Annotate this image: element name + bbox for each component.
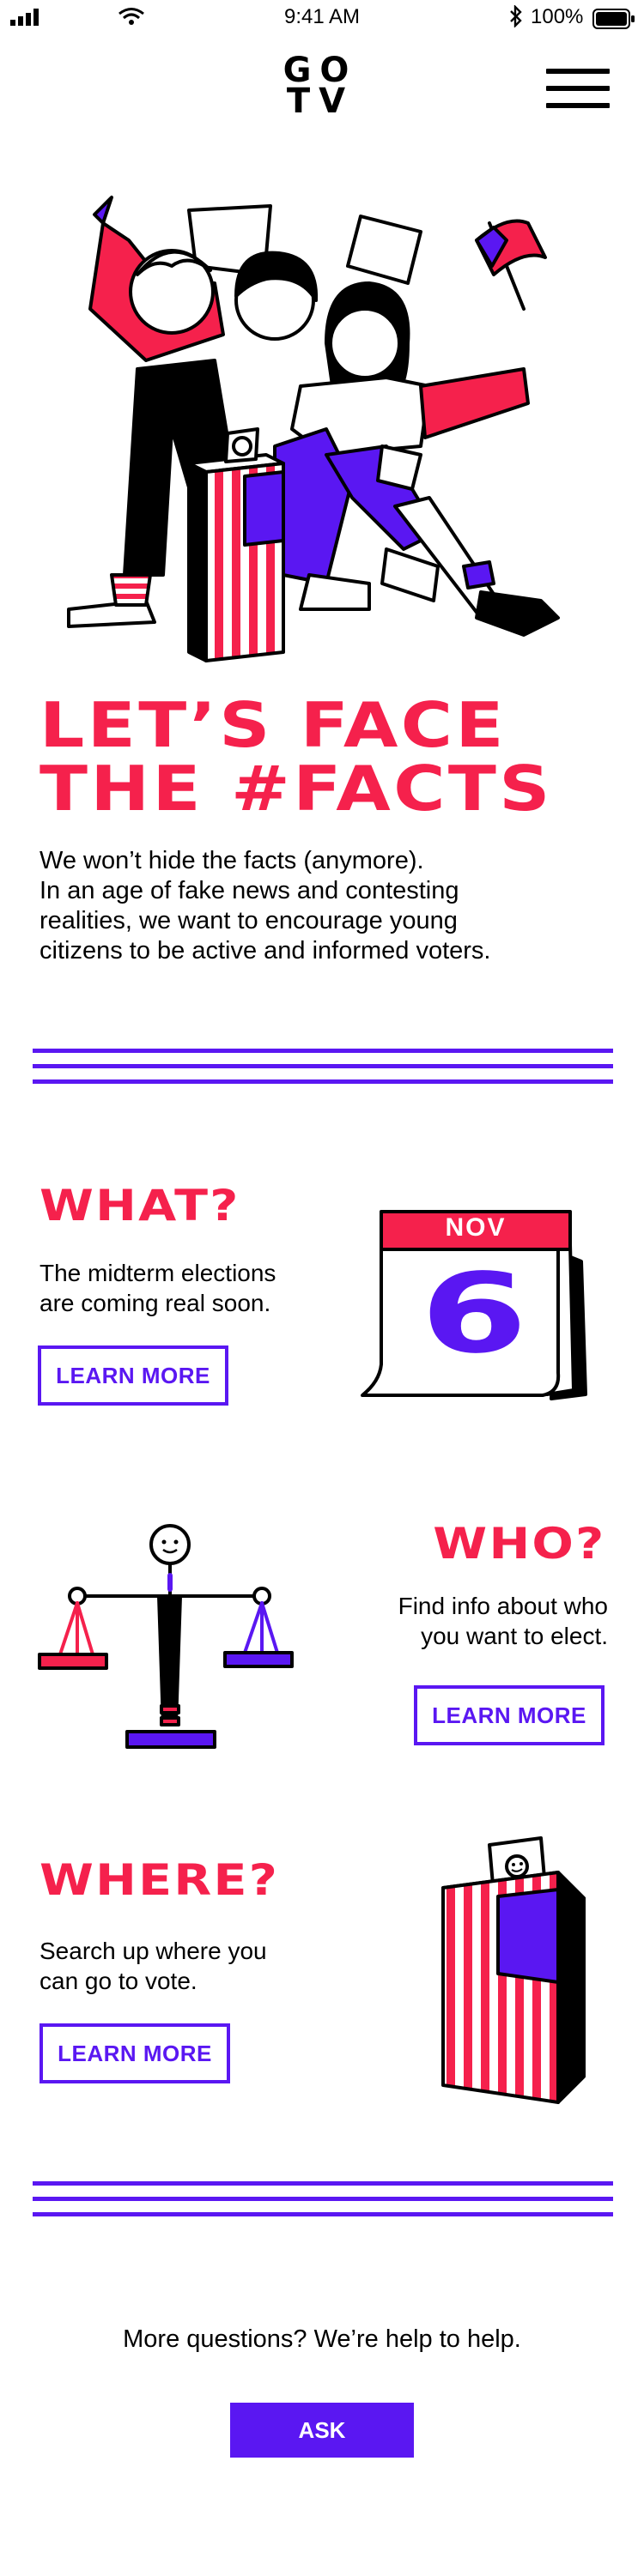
ask-button[interactable]: ASK [230,2403,414,2458]
ballot-box-icon [441,1836,586,2104]
who-learn-more-button[interactable]: LEARN MORE [414,1685,605,1745]
more-questions-text: More questions? We’re help to help. [123,2325,521,2353]
status-bar: 9:41 AM 100% [0,0,644,38]
divider-line [33,2197,613,2201]
divider-line [33,2212,613,2216]
intro-line: In an age of fake news and contesting [39,877,459,904]
bluetooth-icon [510,5,522,27]
balance-scale-icon [38,1524,294,1749]
calendar-icon: NOV 6 [337,1201,594,1407]
who-title: WHO? [433,1519,606,1569]
who-text: Find info about who you want to elect. [398,1591,608,1651]
hero-intro: We won’t hide the facts (anymore). In an… [39,846,606,966]
battery-percent: 100% [531,5,584,28]
where-learn-more-button[interactable]: LEARN MORE [39,2023,230,2083]
what-text-line: The midterm elections [39,1260,276,1286]
divider-line [33,1064,613,1068]
hero-title-line-2: THE #FACTS [39,753,553,825]
calendar-day: 6 [420,1250,528,1378]
what-text: The midterm elections are coming real so… [39,1258,276,1318]
who-text-line: you want to elect. [421,1623,608,1649]
hero-title: LET’S FACE THE #FACTS [39,693,644,820]
where-text-line: Search up where you [39,1938,267,1964]
battery-icon [592,9,635,29]
menu-icon-bar [546,103,610,108]
menu-icon-bar [546,69,610,74]
where-title: WHERE? [39,1855,280,1905]
where-text: Search up where you can go to vote. [39,1936,267,1996]
calendar-month: NOV [445,1213,507,1242]
what-learn-more-button[interactable]: LEARN MORE [38,1345,228,1406]
hero-title-line-1: LET’S FACE [39,689,507,761]
where-text-line: can go to vote. [39,1968,197,1994]
menu-icon-bar [546,86,610,91]
hamburger-menu-button[interactable] [546,69,610,110]
intro-line: realities, we want to encourage young [39,907,458,934]
gotv-logo[interactable]: GO TV [273,53,368,121]
divider-line [33,1049,613,1053]
young-voters-illustration [67,196,560,662]
intro-line: We won’t hide the facts (anymore). [39,847,424,874]
divider-line [33,1079,613,1084]
what-title: WHAT? [39,1181,240,1231]
what-text-line: are coming real soon. [39,1290,271,1316]
who-text-line: Find info about who [398,1593,608,1619]
logo-line-2: TV [286,82,355,121]
divider-line [33,2181,613,2186]
intro-line: citizens to be active and informed voter… [39,937,491,964]
